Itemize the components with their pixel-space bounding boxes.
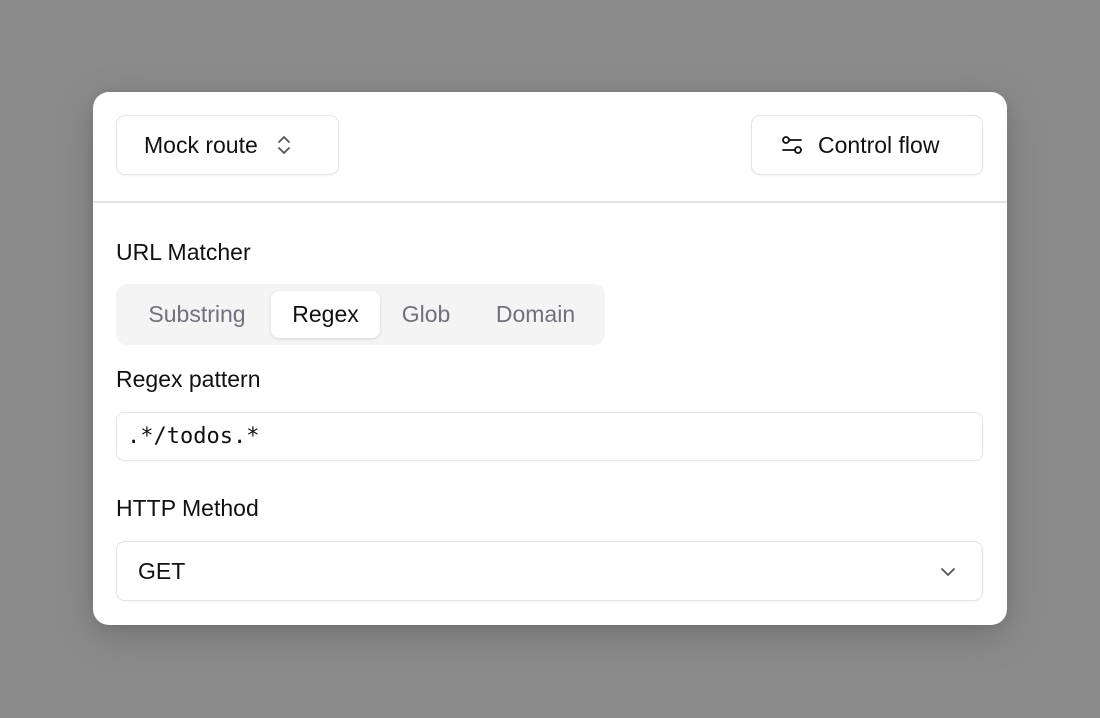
- http-method-value: GET: [138, 557, 186, 584]
- matcher-option-glob[interactable]: Glob: [382, 291, 470, 338]
- route-type-selector[interactable]: Mock route: [116, 115, 339, 175]
- control-flow-button[interactable]: Control flow: [751, 115, 983, 175]
- http-method-label: HTTP Method: [116, 495, 259, 521]
- matcher-option-regex[interactable]: Regex: [271, 291, 380, 338]
- control-flow-label: Control flow: [818, 131, 940, 158]
- chevron-up-down-icon: [276, 133, 292, 157]
- matcher-option-substring[interactable]: Substring: [124, 291, 270, 338]
- matcher-option-domain[interactable]: Domain: [472, 291, 599, 338]
- http-method-select[interactable]: GET: [116, 541, 983, 601]
- panel-header: Mock route Control flow: [93, 92, 1007, 203]
- mock-route-panel: Mock route Control flow URL Matcher Subs…: [93, 92, 1007, 625]
- chevron-down-icon: [938, 562, 958, 582]
- url-matcher-label: URL Matcher: [116, 239, 251, 265]
- route-type-selector-label: Mock route: [144, 131, 258, 158]
- regex-pattern-input[interactable]: [116, 412, 983, 461]
- regex-pattern-label: Regex pattern: [116, 366, 261, 392]
- url-matcher-segmented-control: Substring Regex Glob Domain: [116, 284, 605, 345]
- sliders-icon: [780, 133, 804, 157]
